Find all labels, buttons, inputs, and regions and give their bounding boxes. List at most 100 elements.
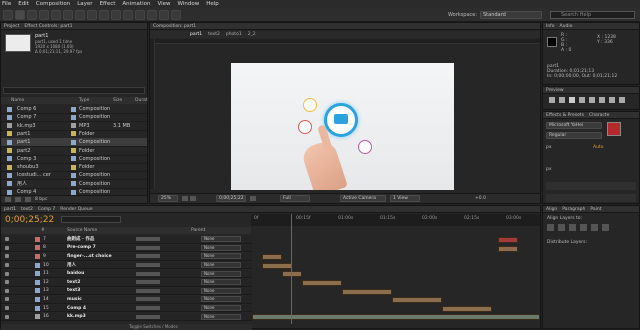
breadcrumb-item[interactable]: 2_2 [248,32,256,37]
tab-effect-controls[interactable]: Effect Controls: part1 [24,24,72,29]
tab-align[interactable]: Align [546,207,557,212]
parent-select[interactable]: None [201,262,241,269]
layer-name[interactable]: 曲则成 · 作品 [67,236,94,242]
menu-item[interactable]: Window [178,1,200,7]
ram-preview-icon[interactable] [619,97,625,103]
label-color[interactable] [71,114,76,120]
align-center-icon[interactable] [558,224,565,231]
tab-info[interactable]: Info [546,24,555,29]
breadcrumb-item[interactable]: photo1 [226,32,242,37]
tab-effects-presets[interactable]: Effects & Presets [546,113,584,118]
label-color[interactable] [71,123,76,129]
playhead[interactable] [291,214,292,324]
visibility-eye-icon[interactable] [5,254,9,259]
loop-icon[interactable] [609,97,615,103]
timeline-search-input[interactable] [61,216,121,223]
menu-item[interactable]: Layer [77,1,92,7]
layer-label-color[interactable] [35,253,40,259]
visibility-eye-icon[interactable] [5,297,9,302]
snapshot-icon[interactable] [250,196,256,201]
layer-label-color[interactable] [35,279,40,285]
workspace-select[interactable]: Standard [480,11,542,19]
parent-select[interactable]: None [201,296,241,303]
timeline-timecode[interactable]: 0;00;25;22 [5,215,54,225]
layer-name[interactable]: kk.mp3 [67,314,86,319]
parent-select[interactable]: None [201,287,241,294]
menu-item[interactable]: Help [206,1,219,7]
layer-duration-bar[interactable] [262,254,282,261]
stroke-width-field[interactable]: px [546,167,552,172]
menu-item[interactable]: Composition [36,1,70,7]
layer-duration-bar[interactable] [252,314,540,321]
tab-preview[interactable]: Preview [546,88,564,93]
baseline-fields[interactable] [546,194,636,202]
next-frame-icon[interactable] [579,97,585,103]
parent-select[interactable]: None [201,313,241,320]
col-duration[interactable]: Durat [135,98,148,103]
resolution-select[interactable]: Full [280,195,310,202]
timeline-tab[interactable]: text2 [21,207,33,212]
safe-zones-icon[interactable] [182,196,188,201]
tab-character[interactable]: Characte [589,113,609,118]
parent-select[interactable]: None [201,253,241,260]
layer-label-color[interactable] [35,262,40,268]
layer-name[interactable]: music [67,297,82,302]
zoom-tool-icon[interactable] [39,10,49,20]
layer-label-color[interactable] [35,314,40,320]
layer-label-color[interactable] [35,271,40,277]
layer-row[interactable]: 8 Pre-comp 7 None [1,244,252,253]
col-source-name[interactable]: Source Name [67,228,97,233]
hand-tool-icon[interactable] [27,10,37,20]
layer-name[interactable]: Pre-comp 7 [67,245,96,250]
layer-duration-bar[interactable] [498,245,518,252]
brush-tool-icon[interactable] [123,10,133,20]
tab-project[interactable]: Project [4,24,19,29]
font-family-select[interactable]: Microsoft YaHei [546,122,602,129]
layer-name[interactable]: Comp 4 [67,306,86,311]
visibility-eye-icon[interactable] [5,271,9,276]
align-right-icon[interactable] [569,224,576,231]
play-icon[interactable] [569,97,575,103]
label-color[interactable] [71,164,76,170]
label-color[interactable] [71,181,76,187]
parent-select[interactable]: None [201,244,241,251]
font-size-field[interactable]: px [546,145,552,150]
label-color[interactable] [71,106,76,112]
breadcrumb-item[interactable]: part1 [190,32,202,37]
layer-switches[interactable] [136,263,160,268]
timeline-tab[interactable]: Comp 7 [38,207,55,212]
parent-select[interactable]: None [201,236,241,243]
layer-duration-bar[interactable] [262,262,292,269]
visibility-eye-icon[interactable] [5,245,9,250]
layer-switches[interactable] [136,237,160,242]
label-color[interactable] [71,148,76,153]
exposure-value[interactable]: +0.0 [475,196,486,201]
first-frame-icon[interactable] [549,97,555,103]
selection-tool-icon[interactable] [15,10,25,20]
visibility-eye-icon[interactable] [5,314,9,319]
layer-row[interactable]: 16 kk.mp3 None [1,313,252,321]
layer-label-color[interactable] [35,305,40,311]
font-style-select[interactable]: Regular [546,132,602,139]
menu-item[interactable]: Effect [100,1,116,7]
prev-frame-icon[interactable] [559,97,565,103]
audio-icon[interactable] [599,97,605,103]
camera-select[interactable]: Active Camera [340,195,386,202]
label-color[interactable] [71,189,76,195]
search-help-input[interactable]: Search Help [550,11,635,19]
new-composition-icon[interactable] [25,197,31,202]
layer-row[interactable]: 15 Comp 4 None [1,304,252,313]
zoom-select[interactable]: 25% [158,195,178,202]
layer-row[interactable]: 14 music None [1,296,252,304]
grid-icon[interactable] [190,196,196,201]
fill-color-swatch[interactable] [607,122,621,136]
menu-item[interactable]: Edit [18,1,29,7]
label-color[interactable] [71,131,76,137]
visibility-eye-icon[interactable] [5,263,9,268]
layer-switches[interactable] [136,297,160,302]
menu-item[interactable]: File [2,1,11,7]
layer-switches[interactable] [136,306,160,311]
visibility-eye-icon[interactable] [5,237,9,242]
label-color[interactable] [71,139,76,145]
layer-switches[interactable] [136,254,160,259]
